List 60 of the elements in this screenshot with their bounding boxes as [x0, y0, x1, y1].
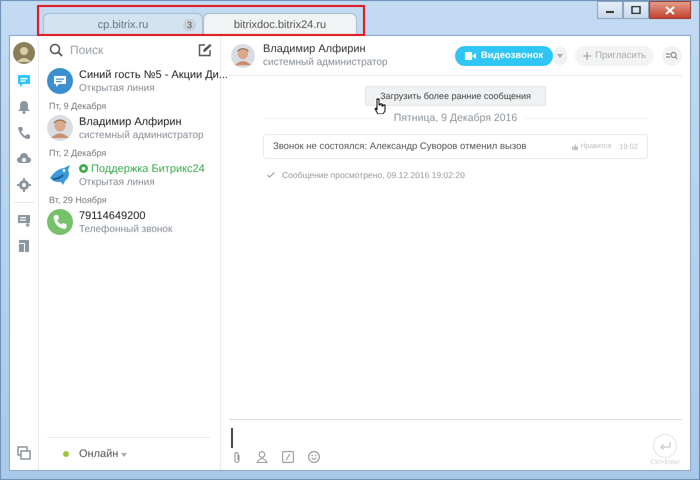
date-divider: Пятница, 9 Декабря 2016 — [394, 112, 518, 124]
phone-icon[interactable] — [15, 124, 33, 142]
send-button[interactable] — [653, 434, 678, 458]
chat-icon[interactable] — [15, 72, 33, 90]
close-button[interactable] — [649, 1, 691, 19]
user-avatar[interactable] — [13, 42, 35, 64]
tab-label: cp.bitrix.ru — [98, 18, 148, 30]
tab-label: bitrixdoc.bitrix24.ru — [234, 18, 326, 30]
video-camera-icon — [464, 52, 476, 60]
chat-title: Синий гость №5 - Акции Ди... — [79, 68, 228, 80]
caret-icon — [557, 54, 564, 58]
seen-status: Сообщение просмотрено, 09.12.2016 19:02:20 — [282, 170, 465, 180]
browser-tab[interactable]: bitrixdoc.bitrix24.ru — [203, 13, 357, 35]
chat-list-item[interactable]: Поддержка Битрикс24 Открытая линия — [39, 159, 220, 191]
chat-list-item[interactable]: Владимир Алфирин системный администратор — [39, 112, 220, 144]
browser-tab[interactable]: cp.bitrix.ru 3 — [43, 13, 203, 35]
person-icon[interactable] — [256, 451, 268, 463]
chat-subtitle: Открытая линия — [79, 82, 156, 94]
date-header: Вт, 29 Ноября — [48, 194, 108, 206]
chat-title: Владимир Алфирин — [79, 116, 182, 128]
thumbs-up-icon — [572, 144, 578, 150]
chat-title: Поддержка Битрикс24 — [91, 162, 205, 174]
return-arrow-icon — [659, 442, 672, 450]
load-more-button[interactable]: Загрузить более ранние сообщения — [365, 86, 546, 106]
caret-icon — [121, 453, 128, 457]
chat-subtitle: системный администратор — [79, 130, 204, 140]
date-header: Пт, 9 Декабря — [48, 100, 108, 112]
check-icon — [267, 172, 275, 178]
chat-title: 79114649200 — [79, 210, 146, 222]
maximize-icon — [631, 6, 641, 14]
command-icon[interactable] — [282, 451, 294, 463]
close-icon — [665, 6, 675, 14]
gear-icon[interactable] — [15, 176, 33, 194]
date-header: Пт, 2 Декабря — [48, 147, 108, 159]
plus-icon — [583, 52, 592, 60]
maximize-button[interactable] — [623, 1, 649, 19]
phone-avatar — [47, 209, 73, 235]
status-dot — [63, 451, 69, 457]
message-input[interactable] — [231, 428, 235, 448]
caret-button[interactable] — [553, 46, 568, 64]
message-text: Звонок не состоялся: Александр Суворов отменил вызов — [273, 141, 526, 152]
paperclip-icon[interactable] — [232, 450, 242, 464]
chat-subtitle: Открытая линия — [79, 176, 156, 188]
open-line-icon — [79, 164, 88, 173]
chat-list-item[interactable]: 79114649200 Телефонный звонок — [39, 206, 220, 238]
compose-icon[interactable] — [198, 43, 212, 57]
minimize-button[interactable] — [597, 1, 623, 19]
search-icon — [49, 43, 63, 57]
windows-icon[interactable] — [15, 444, 33, 462]
chat-subtitle: Телефонный звонок — [79, 224, 172, 234]
smiley-icon[interactable] — [308, 451, 320, 463]
search-icon — [666, 51, 678, 60]
person-avatar — [231, 44, 255, 68]
count-badge: 3 — [182, 18, 196, 30]
status-dropdown[interactable]: Онлайн — [79, 448, 128, 460]
chat-bubble-avatar — [47, 68, 73, 94]
person-avatar — [47, 115, 73, 141]
contact-role: системный администратор — [263, 57, 388, 68]
contact-name: Владимир Алфирин — [263, 43, 367, 55]
search-history-button[interactable] — [662, 46, 682, 66]
